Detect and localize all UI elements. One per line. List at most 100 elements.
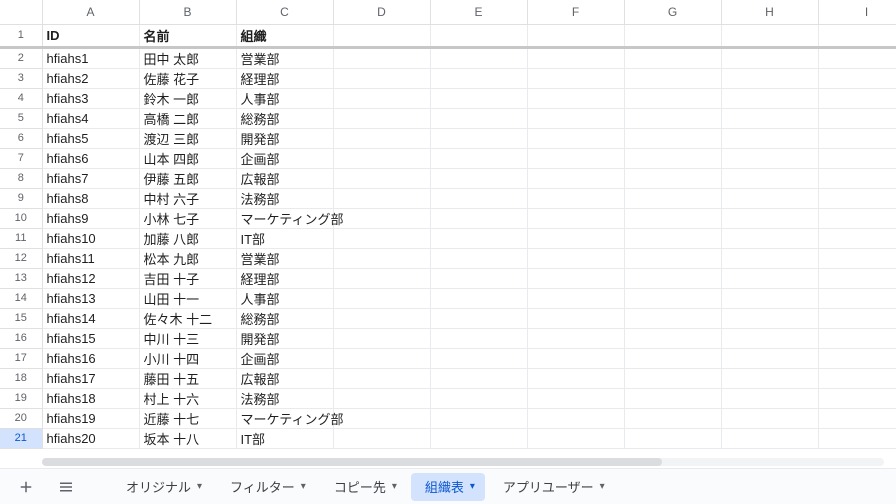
chevron-down-icon[interactable]: ▾ <box>600 481 605 492</box>
cell-I19[interactable] <box>818 388 896 408</box>
cell-F16[interactable] <box>527 328 624 348</box>
cell-H17[interactable] <box>721 348 818 368</box>
cell-G15[interactable] <box>624 308 721 328</box>
row-header[interactable]: 13 <box>0 268 42 288</box>
cell-I16[interactable] <box>818 328 896 348</box>
cell-E20[interactable] <box>430 408 527 428</box>
cell-H14[interactable] <box>721 288 818 308</box>
cell-B11[interactable]: 加藤 八郎 <box>139 228 236 248</box>
cell-B14[interactable]: 山田 十一 <box>139 288 236 308</box>
sheet-tab-appuser[interactable]: アプリユーザー▾ <box>489 473 615 501</box>
cell-F18[interactable] <box>527 368 624 388</box>
cell-E3[interactable] <box>430 68 527 88</box>
cell-B10[interactable]: 小林 七子 <box>139 208 236 228</box>
row-header[interactable]: 8 <box>0 168 42 188</box>
column-header-D[interactable]: D <box>333 0 430 24</box>
cell-A18[interactable]: hfiahs17 <box>42 368 139 388</box>
cell-A8[interactable]: hfiahs7 <box>42 168 139 188</box>
cell-D19[interactable] <box>333 388 430 408</box>
cell-E1[interactable] <box>430 24 527 47</box>
cell-H12[interactable] <box>721 248 818 268</box>
cell-C19[interactable]: 法務部 <box>236 388 333 408</box>
cell-I2[interactable] <box>818 47 896 68</box>
cell-I12[interactable] <box>818 248 896 268</box>
cell-H20[interactable] <box>721 408 818 428</box>
cell-C20[interactable]: マーケティング部 <box>236 408 333 428</box>
cell-I10[interactable] <box>818 208 896 228</box>
cell-I1[interactable] <box>818 24 896 47</box>
cell-B16[interactable]: 中川 十三 <box>139 328 236 348</box>
cell-G21[interactable] <box>624 428 721 448</box>
row-header[interactable]: 18 <box>0 368 42 388</box>
row-header[interactable]: 9 <box>0 188 42 208</box>
cell-C8[interactable]: 広報部 <box>236 168 333 188</box>
cell-E12[interactable] <box>430 248 527 268</box>
cell-C17[interactable]: 企画部 <box>236 348 333 368</box>
cell-A6[interactable]: hfiahs5 <box>42 128 139 148</box>
cell-H21[interactable] <box>721 428 818 448</box>
cell-I21[interactable] <box>818 428 896 448</box>
cell-E4[interactable] <box>430 88 527 108</box>
cell-A13[interactable]: hfiahs12 <box>42 268 139 288</box>
cell-F21[interactable] <box>527 428 624 448</box>
cell-F3[interactable] <box>527 68 624 88</box>
cell-B12[interactable]: 松本 九郎 <box>139 248 236 268</box>
cell-B2[interactable]: 田中 太郎 <box>139 47 236 68</box>
cell-A4[interactable]: hfiahs3 <box>42 88 139 108</box>
cell-I20[interactable] <box>818 408 896 428</box>
column-header-H[interactable]: H <box>721 0 818 24</box>
cell-B4[interactable]: 鈴木 一郎 <box>139 88 236 108</box>
cell-I11[interactable] <box>818 228 896 248</box>
cell-F8[interactable] <box>527 168 624 188</box>
cell-C15[interactable]: 総務部 <box>236 308 333 328</box>
cell-D8[interactable] <box>333 168 430 188</box>
cell-A3[interactable]: hfiahs2 <box>42 68 139 88</box>
cell-D10[interactable] <box>333 208 430 228</box>
cell-A1[interactable]: ID <box>42 24 139 47</box>
row-header[interactable]: 11 <box>0 228 42 248</box>
sheet-tab-original[interactable]: オリジナル▾ <box>112 473 212 501</box>
row-header[interactable]: 20 <box>0 408 42 428</box>
cell-H3[interactable] <box>721 68 818 88</box>
cell-C11[interactable]: IT部 <box>236 228 333 248</box>
cell-E13[interactable] <box>430 268 527 288</box>
row-header[interactable]: 6 <box>0 128 42 148</box>
cell-H1[interactable] <box>721 24 818 47</box>
cell-C16[interactable]: 開発部 <box>236 328 333 348</box>
cell-G7[interactable] <box>624 148 721 168</box>
cell-D15[interactable] <box>333 308 430 328</box>
cell-E6[interactable] <box>430 128 527 148</box>
cell-G16[interactable] <box>624 328 721 348</box>
cell-D18[interactable] <box>333 368 430 388</box>
cell-E2[interactable] <box>430 47 527 68</box>
cell-F13[interactable] <box>527 268 624 288</box>
cell-G14[interactable] <box>624 288 721 308</box>
cell-E10[interactable] <box>430 208 527 228</box>
cell-E14[interactable] <box>430 288 527 308</box>
cell-B15[interactable]: 佐々木 十二 <box>139 308 236 328</box>
cell-E15[interactable] <box>430 308 527 328</box>
chevron-down-icon[interactable]: ▾ <box>470 481 475 492</box>
cell-G20[interactable] <box>624 408 721 428</box>
chevron-down-icon[interactable]: ▾ <box>197 481 202 492</box>
cell-G11[interactable] <box>624 228 721 248</box>
cell-F2[interactable] <box>527 47 624 68</box>
cell-I15[interactable] <box>818 308 896 328</box>
cell-D16[interactable] <box>333 328 430 348</box>
row-header[interactable]: 15 <box>0 308 42 328</box>
cell-F12[interactable] <box>527 248 624 268</box>
column-header-F[interactable]: F <box>527 0 624 24</box>
spreadsheet-grid[interactable]: A B C D E F G H I 1ID名前組織2hfiahs1田中 太郎営業… <box>0 0 896 468</box>
cell-C18[interactable]: 広報部 <box>236 368 333 388</box>
cell-G19[interactable] <box>624 388 721 408</box>
row-header[interactable]: 7 <box>0 148 42 168</box>
sheet-tab-orgchart[interactable]: 組織表▾ <box>411 473 485 501</box>
cell-G18[interactable] <box>624 368 721 388</box>
cell-G2[interactable] <box>624 47 721 68</box>
cell-E18[interactable] <box>430 368 527 388</box>
cell-C4[interactable]: 人事部 <box>236 88 333 108</box>
cell-F17[interactable] <box>527 348 624 368</box>
cell-E7[interactable] <box>430 148 527 168</box>
cell-E11[interactable] <box>430 228 527 248</box>
column-header-A[interactable]: A <box>42 0 139 24</box>
